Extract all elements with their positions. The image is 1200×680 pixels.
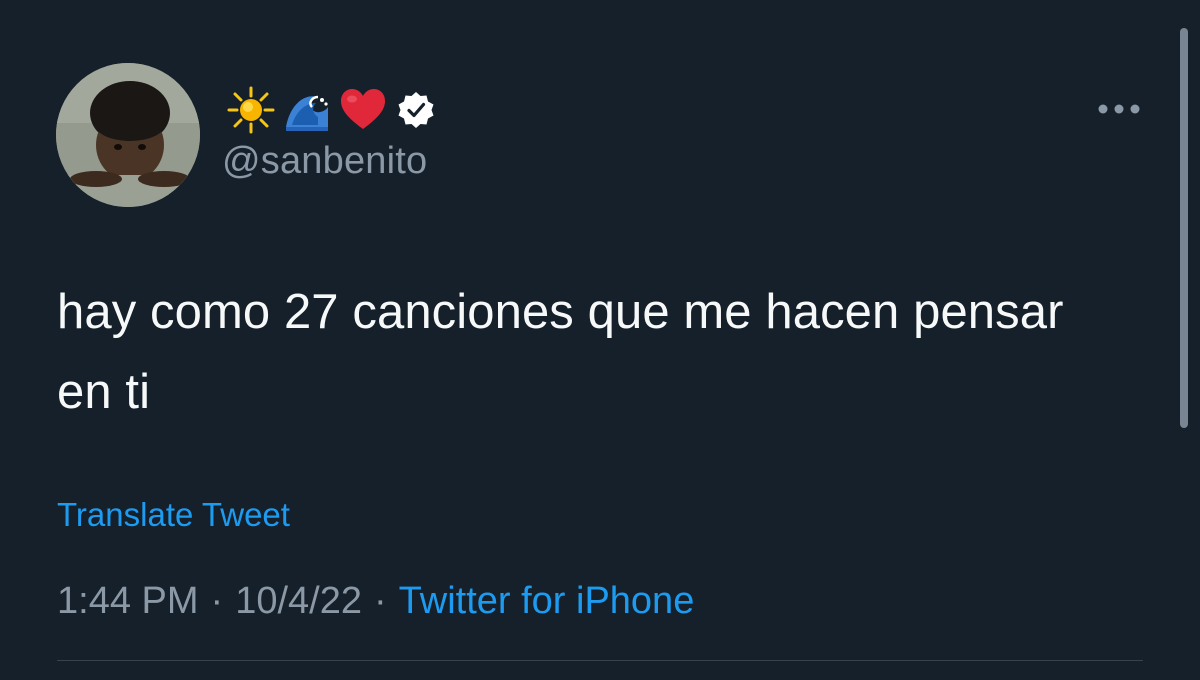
red-heart-icon	[341, 89, 385, 129]
tweet-detail-screen: @sanbenito hay como 27 canciones que me …	[0, 0, 1200, 680]
sun-icon	[227, 86, 275, 134]
user-handle[interactable]: @sanbenito	[222, 140, 427, 183]
scrollbar[interactable]	[1180, 28, 1188, 428]
more-options-icon[interactable]	[1096, 96, 1142, 122]
divider	[57, 660, 1143, 661]
avatar[interactable]	[56, 63, 200, 207]
tweet-metadata: 1:44 PM · 10/4/22 · Twitter for iPhone	[57, 580, 694, 623]
verified-badge-icon	[398, 92, 434, 128]
avatar-image	[56, 63, 200, 207]
meta-separator: ·	[373, 580, 387, 622]
wave-icon	[286, 95, 328, 131]
tweet-time[interactable]: 1:44 PM	[57, 580, 199, 622]
meta-separator: ·	[210, 580, 224, 622]
tweet-source-link[interactable]: Twitter for iPhone	[399, 580, 695, 622]
tweet-text: hay como 27 canciones que me hacen pensa…	[57, 285, 1064, 419]
translate-tweet-link[interactable]: Translate Tweet	[57, 496, 290, 534]
display-name[interactable]	[226, 84, 436, 136]
tweet-date[interactable]: 10/4/22	[235, 580, 362, 622]
